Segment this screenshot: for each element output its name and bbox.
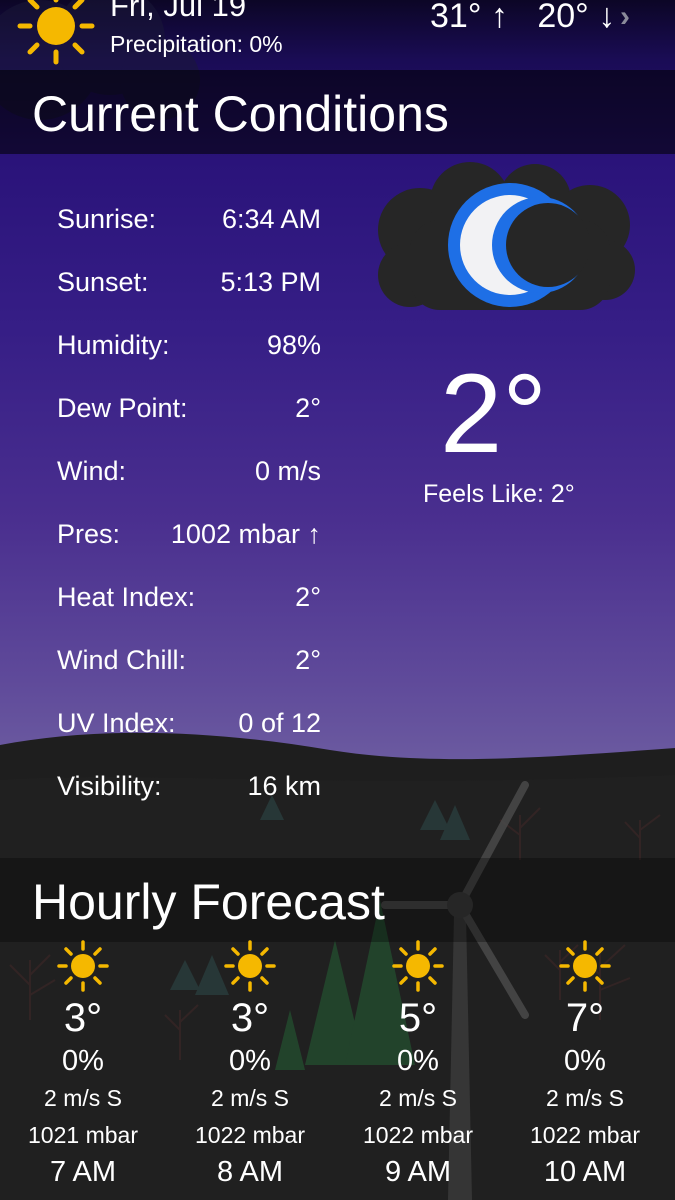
row-wind-chill: Wind Chill: 2° <box>57 640 321 680</box>
row-label: Sunset: <box>57 267 149 297</box>
current-temperature: 2° <box>440 351 548 476</box>
row-visibility: Visibility: 16 km <box>57 766 321 806</box>
hour-wind: 2 m/s S <box>211 1085 289 1111</box>
high-temp: 31° <box>430 0 482 35</box>
row-value: 16 km <box>247 771 321 801</box>
row-label: Humidity: <box>57 330 170 360</box>
hour-wind: 2 m/s S <box>546 1085 624 1111</box>
feels-like: Feels Like: 2° <box>423 480 575 508</box>
hour-temp: 5° <box>398 996 438 1040</box>
hourly-item: 3° 0% 2 m/s S 1022 mbar 8 AM <box>175 940 325 1190</box>
row-pressure: Pres: 1002 mbar ↑ <box>57 514 321 554</box>
hour-time: 9 AM <box>384 1156 452 1188</box>
hour-wind: 2 m/s S <box>379 1085 457 1111</box>
row-value: 2° <box>295 393 321 423</box>
sun-icon <box>559 940 611 992</box>
high-low-temps: 31° ↑ 20° ↓ <box>430 0 615 36</box>
row-value: 0 m/s <box>254 456 321 486</box>
hourly-forecast-title: Hourly Forecast <box>32 874 385 930</box>
row-uv-index: UV Index: 0 of 12 <box>57 703 321 743</box>
row-value: 2° <box>295 645 321 675</box>
hour-pressure: 1022 mbar <box>530 1122 640 1148</box>
row-label: Dew Point: <box>57 393 188 423</box>
row-heat-index: Heat Index: 2° <box>57 577 321 617</box>
hour-time: 10 AM <box>543 1156 627 1188</box>
row-label: Wind Chill: <box>57 645 187 675</box>
forecast-date: Fri, Jul 19 <box>110 0 247 23</box>
row-label: UV Index: <box>57 708 176 738</box>
hourly-item: 3° 0% 2 m/s S 1021 mbar 7 AM <box>8 940 158 1190</box>
hour-pressure: 1022 mbar <box>195 1122 305 1148</box>
hour-time: 8 AM <box>216 1156 284 1188</box>
row-dew-point: Dew Point: 2° <box>57 388 321 428</box>
hour-temp: 3° <box>230 996 270 1040</box>
row-label: Heat Index: <box>57 582 196 612</box>
up-arrow-icon: ↑ <box>490 0 508 35</box>
row-label: Visibility: <box>57 771 162 801</box>
chevron-right-icon[interactable]: › <box>620 0 630 34</box>
row-value: 98% <box>266 330 321 360</box>
low-temp: 20° <box>537 0 589 35</box>
row-label: Pres: <box>57 519 121 549</box>
row-wind: Wind: 0 m/s <box>57 451 321 491</box>
daily-summary-bar[interactable]: Fri, Jul 19 Precipitation: 0% 31° ↑ 20° … <box>0 0 675 70</box>
row-label: Sunrise: <box>57 204 157 234</box>
moon-icon <box>378 162 635 310</box>
sun-icon <box>57 940 109 992</box>
hour-precip: 0% <box>229 1045 271 1077</box>
row-humidity: Humidity: 98% <box>57 325 321 365</box>
sun-icon <box>224 940 276 992</box>
hour-wind: 2 m/s S <box>44 1085 122 1111</box>
precipitation-chance: Precipitation: 0% <box>110 31 283 57</box>
hour-precip: 0% <box>564 1045 606 1077</box>
hour-temp: 3° <box>63 996 103 1040</box>
row-value: 1002 mbar ↑ <box>170 519 321 549</box>
hour-precip: 0% <box>62 1045 104 1077</box>
hourly-item: 5° 0% 2 m/s S 1022 mbar 9 AM <box>343 940 493 1190</box>
hourly-item: 7° 0% 2 m/s S 1022 mbar 10 AM <box>510 940 660 1190</box>
hour-temp: 7° <box>565 996 605 1040</box>
row-value: 2° <box>295 582 321 612</box>
down-arrow-icon: ↓ <box>598 0 616 35</box>
current-conditions-title: Current Conditions <box>32 86 449 142</box>
hour-time: 7 AM <box>49 1156 117 1188</box>
row-value: 6:34 AM <box>221 204 321 234</box>
current-conditions-header: Current Conditions <box>0 70 675 154</box>
row-value: 5:13 PM <box>220 267 321 297</box>
weather-screen: Fri, Jul 19 Precipitation: 0% 31° ↑ 20° … <box>0 0 675 1200</box>
hour-precip: 0% <box>397 1045 439 1077</box>
row-label: Wind: <box>57 456 127 486</box>
hour-pressure: 1021 mbar <box>28 1122 138 1148</box>
row-sunrise: Sunrise: 6:34 AM <box>57 199 321 239</box>
sun-icon <box>392 940 444 992</box>
sun-icon <box>17 0 95 65</box>
row-value: 0 of 12 <box>238 708 321 738</box>
hour-pressure: 1022 mbar <box>363 1122 473 1148</box>
row-sunset: Sunset: 5:13 PM <box>57 262 321 302</box>
hourly-forecast-header: Hourly Forecast <box>0 858 675 942</box>
